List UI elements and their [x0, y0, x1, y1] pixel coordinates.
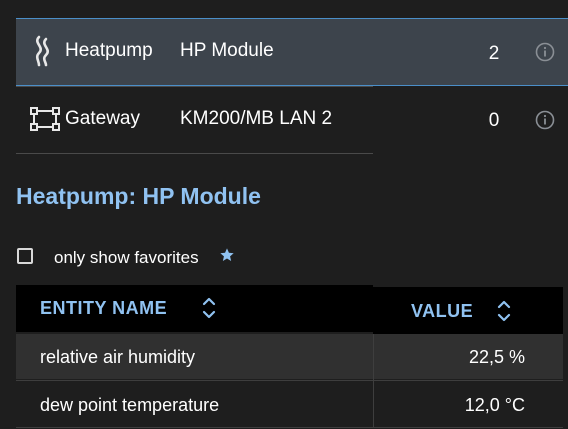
row-divider [16, 427, 563, 428]
column-header-entity-name[interactable]: ENTITY NAME [40, 297, 167, 319]
device-entity-count: 2 [488, 43, 500, 64]
entity-name-cell: relative air humidity [40, 347, 196, 367]
device-row-gateway[interactable]: Gateway KM200/MB LAN 2 0 [16, 87, 568, 154]
device-row-heatpump[interactable]: Heatpump HP Module 2 [16, 18, 568, 86]
favorites-checkbox[interactable] [17, 248, 33, 264]
info-icon[interactable] [535, 110, 555, 130]
gateway-icon [30, 107, 60, 131]
star-icon [220, 248, 234, 261]
entity-value-cell: 22,5 % [468, 347, 525, 367]
favorites-label[interactable]: only show favorites [54, 248, 199, 268]
device-type: Heatpump [65, 40, 153, 61]
entity-name-cell: dew point temperature [40, 395, 220, 415]
column-divider [373, 334, 374, 428]
table-header-value: VALUE [373, 287, 563, 334]
table-row[interactable]: relative air humidity 22,5 % [16, 334, 563, 379]
heatpump-icon [35, 35, 49, 67]
device-entity-count: 0 [488, 110, 500, 131]
sort-icon[interactable] [497, 298, 511, 324]
device-name: HP Module [180, 40, 274, 61]
row-divider [16, 153, 373, 154]
entity-value-cell: 12,0 °C [464, 395, 525, 415]
info-icon[interactable] [535, 42, 555, 62]
device-panel: Heatpump HP Module 2 Gateway KM200/MB LA… [0, 0, 568, 429]
device-name: KM200/MB LAN 2 [180, 108, 333, 129]
row-divider [16, 380, 563, 381]
device-detail-title: Heatpump: HP Module [16, 183, 261, 209]
device-type: Gateway [65, 108, 140, 129]
column-header-value[interactable]: VALUE [411, 300, 473, 322]
table-row[interactable]: dew point temperature 12,0 °C [16, 382, 563, 427]
table-header-entity: ENTITY NAME [16, 285, 373, 332]
sort-icon[interactable] [202, 295, 216, 321]
